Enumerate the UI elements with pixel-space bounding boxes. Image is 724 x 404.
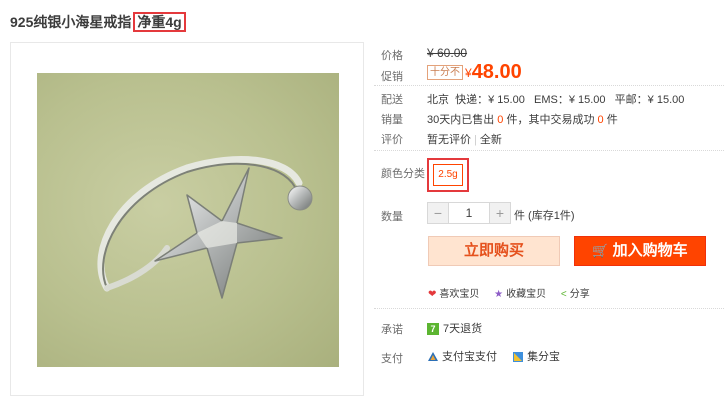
original-price: ¥ 60.00 — [427, 46, 468, 60]
divider — [374, 150, 724, 151]
payment-label: 支付 — [381, 353, 403, 365]
review-divider: | — [474, 134, 477, 146]
review-label: 评价 — [381, 134, 403, 146]
divider — [374, 308, 724, 309]
alipay-option[interactable]: 支付宝支付 — [427, 351, 500, 363]
quantity-decrease-button[interactable]: − — [428, 203, 448, 223]
ring-photo-illustration — [97, 156, 313, 299]
alipay-label: 支付宝支付 — [442, 351, 497, 363]
product-gallery[interactable] — [10, 42, 364, 396]
cart-icon: 🛒 — [592, 243, 609, 258]
favorite-item-link[interactable]: ★ 收藏宝贝 — [494, 289, 546, 300]
alipay-icon — [428, 352, 438, 362]
add-to-cart-label: 加入购物车 — [612, 242, 688, 259]
sku-option-selected-frame[interactable]: 2.5g — [427, 158, 469, 192]
buy-now-button[interactable]: 立即购买 — [428, 236, 560, 266]
add-to-cart-button[interactable]: 🛒 加入购物车 — [574, 236, 706, 266]
payment-methods: 支付宝支付 集分宝 — [427, 348, 560, 364]
seven-day-return-icon: 7 — [427, 323, 439, 336]
review-info: 暂无评价 | 全新 — [427, 131, 502, 147]
sales-label: 销量 — [381, 114, 403, 126]
sales-text-a: 30天内已售出 — [427, 114, 498, 126]
promise-label: 承诺 — [381, 324, 403, 336]
share-link[interactable]: < 分享 — [561, 289, 590, 300]
promo-price: 48.00 — [471, 61, 522, 83]
promo-tag: 十分不 — [427, 65, 463, 80]
sales-text-b: 件，其中交易成功 — [503, 114, 598, 126]
sales-text-c: 件 — [603, 114, 618, 126]
heart-icon: ❤ — [428, 288, 437, 300]
product-weight-highlight: 净重4g — [133, 12, 186, 32]
like-item-label: 喜欢宝贝 — [439, 289, 480, 300]
promo-currency: ¥ — [465, 65, 472, 80]
sku-option-2-5g[interactable]: 2.5g — [433, 164, 463, 186]
quantity-increase-button[interactable]: + — [490, 203, 510, 223]
promise-info[interactable]: 7 7天退货 — [427, 320, 482, 336]
jifenbao-icon — [513, 352, 524, 363]
promo-price-row: 十分不 ¥48.00 — [427, 61, 522, 84]
product-title: 925纯银小海星戒指 净重4g — [10, 12, 186, 32]
seven-day-return-text: 7天退货 — [443, 323, 483, 335]
share-icon: < — [560, 288, 567, 300]
sales-info: 30天内已售出 0 件，其中交易成功 0 件 — [427, 111, 618, 127]
color-label: 颜色分类 — [381, 168, 425, 180]
jifenbao-option[interactable]: 集分宝 — [512, 351, 560, 363]
item-actions: ❤ 喜欢宝贝 ★ 收藏宝贝 < 分享 — [428, 285, 602, 300]
stock-info: 件 (库存1件) — [514, 210, 575, 222]
price-label: 价格 — [381, 50, 403, 62]
jifenbao-label: 集分宝 — [527, 351, 561, 363]
like-item-link[interactable]: ❤ 喜欢宝贝 — [428, 289, 479, 300]
product-title-text: 925纯银小海星戒指 — [10, 14, 132, 30]
condition-new: 全新 — [479, 134, 502, 146]
delivery-info: 北京 快递：¥ 15.00 EMS：¥ 15.00 平邮：¥ 15.00 — [427, 94, 685, 106]
favorite-item-label: 收藏宝贝 — [506, 289, 547, 300]
quantity-stepper[interactable]: − 1 + — [427, 202, 511, 224]
divider — [374, 85, 724, 86]
star-icon: ★ — [494, 288, 504, 300]
no-reviews-link[interactable]: 暂无评价 — [427, 134, 471, 146]
share-label: 分享 — [569, 289, 590, 300]
delivery-label: 配送 — [381, 94, 403, 106]
quantity-input[interactable]: 1 — [448, 203, 490, 223]
quantity-label: 数量 — [381, 211, 403, 223]
promo-label: 促销 — [381, 71, 403, 83]
product-main-image[interactable] — [37, 73, 339, 367]
